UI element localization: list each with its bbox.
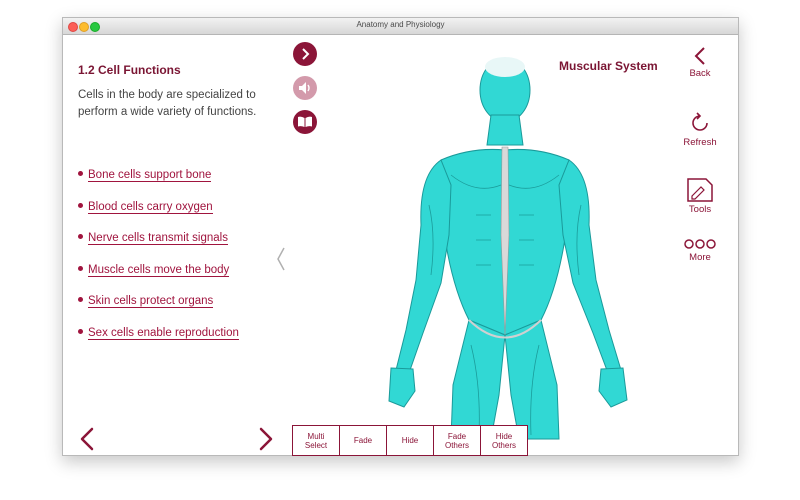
more-label: More [689,252,711,263]
play-button[interactable] [293,42,317,66]
play-icon [302,48,310,60]
lesson-title: 1.2 Cell Functions [78,63,181,77]
fact-link-text[interactable]: Sex cells enable reproduction [88,327,239,340]
prev-page-button[interactable] [77,426,97,452]
bullet-icon [78,234,83,240]
refresh-icon [692,112,708,131]
bullet-icon [78,297,83,303]
fade-others-button[interactable]: Fade Others [434,426,481,455]
fact-link-text[interactable]: Blood cells carry oxygen [88,201,213,214]
speaker-icon [299,82,310,94]
more-icon [684,239,716,249]
bullet-icon [78,266,83,272]
next-arrow-icon [259,427,273,451]
book-icon [298,116,312,127]
tools-label: Tools [688,204,712,215]
model-toolbar: Multi Select Fade Hide Fade Others Hide … [292,425,528,456]
fact-link-text[interactable]: Bone cells support bone [88,169,212,182]
title-bar: Anatomy and Physiology [63,18,738,35]
back-button[interactable]: Back [670,45,730,79]
fact-link-nerve[interactable]: Nerve cells transmit signals [78,232,228,245]
system-title: Muscular System [559,59,658,73]
collapse-icon [277,247,285,271]
bullet-icon [78,329,83,335]
multi-select-button[interactable]: Multi Select [293,426,340,455]
more-button[interactable]: More [670,237,730,263]
hide-button[interactable]: Hide [387,426,434,455]
fact-link-text[interactable]: Nerve cells transmit signals [88,232,228,245]
refresh-button[interactable]: Refresh [670,110,730,148]
back-icon [694,47,705,65]
bullet-icon [78,171,83,177]
fact-link-skin[interactable]: Skin cells protect organs [78,295,214,308]
fact-link-blood[interactable]: Blood cells carry oxygen [78,201,213,214]
next-page-button[interactable] [256,426,276,452]
prev-arrow-icon [80,427,94,451]
tools-icon [687,178,713,202]
fact-link-muscle[interactable]: Muscle cells move the body [78,264,230,277]
fact-link-sex[interactable]: Sex cells enable reproduction [78,327,239,340]
fade-button[interactable]: Fade [340,426,387,455]
refresh-label: Refresh [683,137,717,148]
hide-others-button[interactable]: Hide Others [481,426,527,455]
bullet-icon [78,203,83,209]
collapse-panel-handle[interactable] [275,245,287,273]
fact-link-text[interactable]: Muscle cells move the body [88,264,230,277]
lesson-intro: Cells in the body are specialized to per… [78,89,257,118]
reading-button[interactable] [293,110,317,134]
audio-button[interactable] [293,76,317,100]
fact-link-text[interactable]: Skin cells protect organs [88,295,214,308]
lesson-panel: 1.2 Cell Functions Cells in the body are… [63,35,291,455]
back-label: Back [689,68,711,79]
app-window: Anatomy and Physiology 1.2 Cell Function… [62,17,739,456]
tools-button[interactable]: Tools [670,177,730,215]
fact-link-bone[interactable]: Bone cells support bone [78,169,212,182]
window-title: Anatomy and Physiology [356,20,445,29]
